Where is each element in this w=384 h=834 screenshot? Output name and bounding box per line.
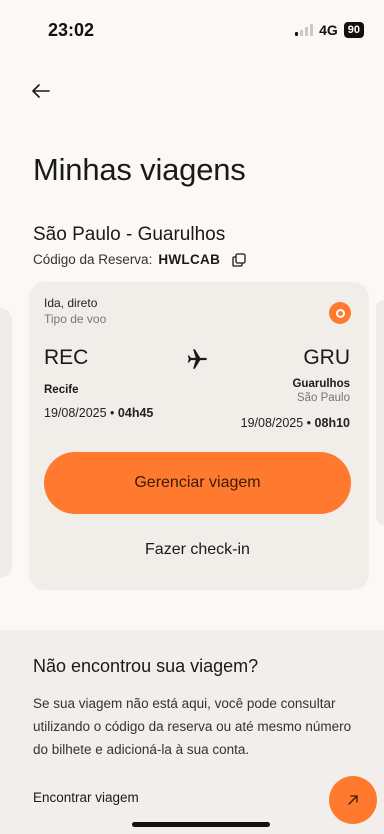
trip-card[interactable]: Ida, direto Tipo de voo REC GRU Recife G…: [29, 282, 369, 590]
destination-code: GRU: [303, 346, 350, 369]
not-found-title: Não encontrou sua viagem?: [33, 656, 259, 676]
copy-icon[interactable]: [232, 252, 246, 267]
page-title: Minhas viagens: [33, 152, 246, 187]
route-title: São Paulo - Guarulhos: [33, 224, 226, 245]
next-card-peek[interactable]: [376, 300, 384, 525]
not-found-description: Se sua viagem não está aqui, você pode c…: [33, 696, 352, 757]
battery-icon: 90: [343, 22, 364, 38]
airline-logo-icon: [329, 302, 351, 324]
datetime-separator: •: [110, 406, 115, 420]
destination-datetime: 19/08/2025 • 08h10: [241, 416, 350, 430]
back-button[interactable]: [26, 76, 56, 106]
booking-code-label: Código da Reserva:: [33, 252, 153, 267]
destination-time: 08h10: [314, 416, 350, 430]
airplane-icon: [187, 349, 207, 369]
find-trip-button[interactable]: [329, 776, 377, 824]
manage-trip-button[interactable]: Gerenciar viagem: [44, 452, 351, 514]
checkin-button[interactable]: Fazer check-in: [44, 532, 351, 568]
trip-type: Ida, direto: [44, 296, 98, 310]
signal-icon: [295, 24, 314, 36]
origin-code: REC: [44, 346, 89, 369]
datetime-separator: •: [306, 416, 312, 430]
trip-not-found-section: Não encontrou sua viagem? Se sua viagem …: [0, 630, 384, 834]
previous-card-peek: [0, 308, 12, 578]
booking-code: HWLCAB: [158, 252, 221, 267]
arrow-left-icon: [32, 84, 50, 98]
booking-code-row: Código da Reserva: HWLCAB: [33, 252, 246, 267]
destination-city: Guarulhos: [292, 378, 350, 390]
network-type: 4G: [319, 22, 338, 38]
destination-date: 19/08/2025: [240, 416, 304, 430]
find-trip-link[interactable]: Encontrar viagem: [33, 790, 139, 805]
origin-time: 04h45: [117, 406, 154, 420]
flight-type-label: Tipo de voo: [44, 312, 107, 326]
home-indicator: [132, 822, 270, 827]
status-indicators: 4G 90: [295, 22, 364, 38]
destination-state: São Paulo: [296, 392, 350, 404]
arrow-up-right-icon: [348, 795, 358, 805]
origin-date: 19/08/2025: [44, 406, 107, 420]
status-time: 23:02: [48, 20, 95, 40]
origin-datetime: 19/08/2025 • 04h45: [44, 406, 153, 420]
origin-city: Recife: [44, 384, 79, 396]
status-bar: 23:02 4G 90: [0, 0, 384, 60]
